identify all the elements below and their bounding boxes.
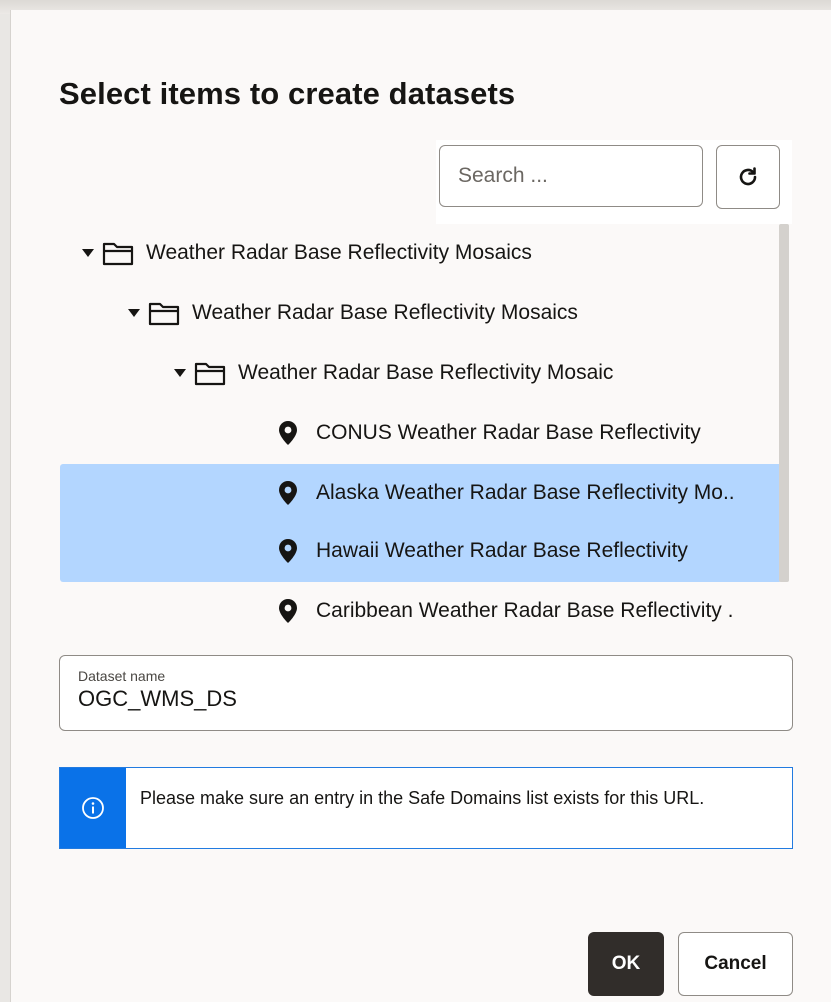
tree-scrollbar[interactable] <box>779 224 789 582</box>
create-datasets-dialog: Select items to create datasets Weather … <box>10 10 831 1002</box>
map-pin-icon <box>278 420 298 446</box>
search-bar <box>436 140 792 224</box>
dialog-title: Select items to create datasets <box>59 76 516 111</box>
tree-item-label: Hawaii Weather Radar Base Reflectivity <box>316 539 688 562</box>
tree-layer-item[interactable]: Hawaii Weather Radar Base Reflectivity <box>60 522 831 580</box>
caret-down-icon[interactable] <box>174 367 186 379</box>
tree-item-label: Weather Radar Base Reflectivity Mosaics <box>192 301 578 324</box>
info-message-text: Please make sure an entry in the Safe Do… <box>140 788 705 808</box>
tree-folder[interactable]: Weather Radar Base Reflectivity Mosaic <box>60 344 831 402</box>
folder-icon <box>148 300 180 326</box>
tree-layer-item[interactable]: Caribbean Weather Radar Base Reflectivit… <box>60 582 831 640</box>
tree-folder[interactable]: Weather Radar Base Reflectivity Mosaics <box>60 284 831 342</box>
item-tree: Weather Radar Base Reflectivity Mosaics … <box>60 224 795 644</box>
cancel-button[interactable]: Cancel <box>678 932 793 996</box>
map-pin-icon <box>278 538 298 564</box>
map-pin-icon <box>278 598 298 624</box>
dataset-name-label: Dataset name <box>78 668 166 684</box>
tree-item-label: Caribbean Weather Radar Base Reflectivit… <box>316 599 734 622</box>
tree-item-label: CONUS Weather Radar Base Reflectivity <box>316 421 701 444</box>
dataset-name-field[interactable]: Dataset name <box>59 655 793 731</box>
ok-button[interactable]: OK <box>588 932 664 996</box>
folder-icon <box>194 360 226 386</box>
tree-item-label: Alaska Weather Radar Base Reflectivity M… <box>316 481 735 504</box>
info-icon <box>82 797 104 819</box>
info-message: Please make sure an entry in the Safe Do… <box>59 767 793 849</box>
caret-down-icon[interactable] <box>82 247 94 259</box>
tree-layer-item[interactable]: Alaska Weather Radar Base Reflectivity M… <box>60 464 831 522</box>
folder-icon <box>102 240 134 266</box>
tree-folder[interactable]: Weather Radar Base Reflectivity Mosaics <box>60 224 804 282</box>
tree-item-label: Weather Radar Base Reflectivity Mosaics <box>146 241 532 264</box>
info-icon-panel <box>60 768 126 848</box>
tree-item-label: Weather Radar Base Reflectivity Mosaic <box>238 361 614 384</box>
dataset-name-input[interactable] <box>78 686 758 712</box>
tree-layer-item[interactable]: CONUS Weather Radar Base Reflectivity <box>60 404 831 462</box>
refresh-icon <box>739 167 757 186</box>
map-pin-icon <box>278 480 298 506</box>
caret-down-icon[interactable] <box>128 307 140 319</box>
refresh-button[interactable] <box>716 145 780 209</box>
search-input[interactable] <box>439 145 703 207</box>
